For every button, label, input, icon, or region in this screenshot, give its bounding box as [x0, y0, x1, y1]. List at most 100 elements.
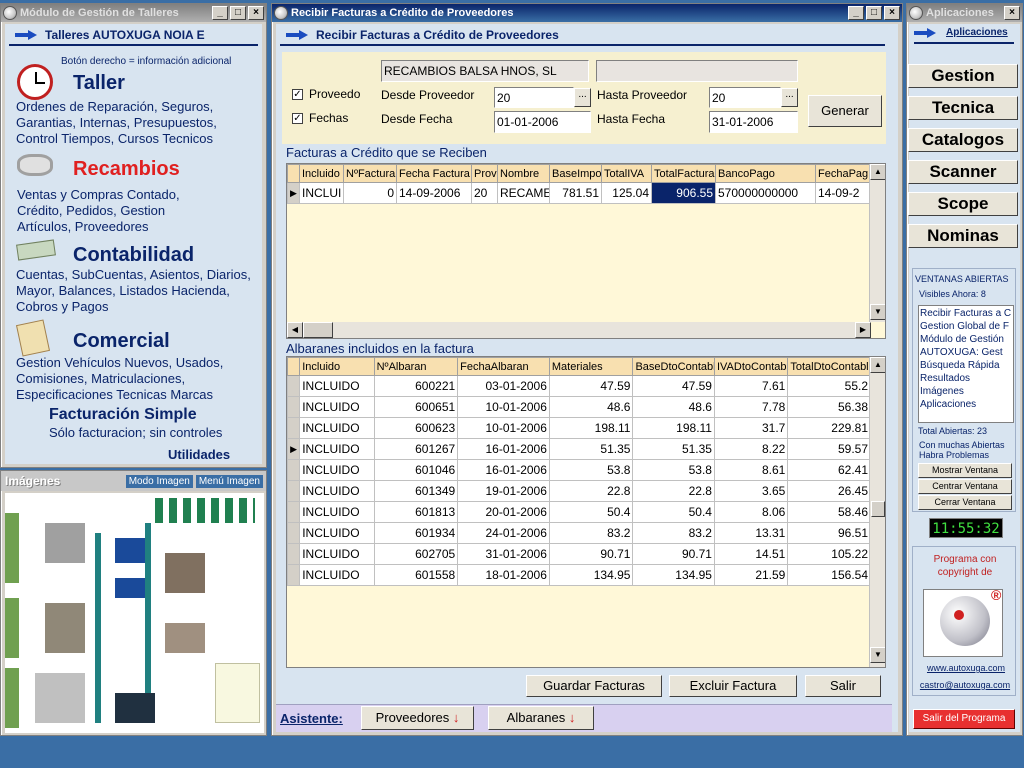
- taller-title[interactable]: Taller: [73, 72, 125, 95]
- albaranes-vscroll[interactable]: ▲ ▼: [869, 357, 885, 667]
- table-row[interactable]: INCLUIDO 602705 31-01-2006 90.71 90.71 14.51 1…: [287, 543, 871, 565]
- table-cell[interactable]: 601267: [373, 438, 459, 460]
- table-cell[interactable]: 601349: [373, 480, 459, 502]
- table-cell[interactable]: 53.8: [548, 459, 634, 481]
- col-header[interactable]: TotalIVA: [601, 164, 652, 183]
- col-header[interactable]: Fecha Factura: [396, 164, 472, 183]
- table-cell[interactable]: 47.59: [632, 375, 715, 397]
- main-titlebar[interactable]: Recibir Facturas a Crédito de Proveedore…: [272, 4, 902, 22]
- desde-proveedor-field[interactable]: 20: [494, 87, 574, 108]
- facturas-hscroll[interactable]: ◀ ▶: [287, 322, 871, 338]
- guardar-facturas-button[interactable]: Guardar Facturas: [526, 675, 662, 697]
- table-cell[interactable]: 3.65: [713, 480, 789, 502]
- scroll-down-icon[interactable]: ▼: [870, 304, 885, 320]
- hasta-fecha-field[interactable]: 31-01-2006: [709, 111, 798, 133]
- table-cell[interactable]: 62.41: [787, 459, 871, 481]
- col-header[interactable]: BaseDtoContabl: [632, 357, 715, 376]
- table-cell[interactable]: 48.6: [548, 396, 634, 418]
- cerrar-ventana-button[interactable]: Cerrar Ventana: [918, 495, 1012, 510]
- comercial-title[interactable]: Comercial: [73, 330, 170, 353]
- maximize-icon[interactable]: □: [866, 6, 882, 20]
- website-link[interactable]: www.autoxuga.com: [921, 663, 1011, 673]
- scroll-right-icon[interactable]: ▶: [855, 322, 871, 338]
- col-header[interactable]: Materiales: [548, 357, 634, 376]
- salir-programa-button[interactable]: Salir del Programa: [913, 709, 1015, 729]
- mostrar-ventana-button[interactable]: Mostrar Ventana: [918, 463, 1012, 478]
- col-header[interactable]: NºFactura: [343, 164, 397, 183]
- table-cell[interactable]: 22.8: [632, 480, 715, 502]
- table-cell[interactable]: INCLUIDO: [299, 522, 375, 544]
- list-item[interactable]: Aplicaciones: [920, 398, 1012, 411]
- table-cell[interactable]: 7.78: [713, 396, 789, 418]
- table-cell[interactable]: 20-01-2006: [457, 501, 550, 523]
- table-row[interactable]: INCLUIDO 601046 16-01-2006 53.8 53.8 8.61 62.4…: [287, 459, 871, 481]
- table-cell[interactable]: 134.95: [548, 564, 634, 586]
- generar-button[interactable]: Generar: [808, 95, 882, 127]
- scroll-left-icon[interactable]: ◀: [287, 322, 303, 338]
- table-row[interactable]: INCLUIDO 601934 24-01-2006 83.2 83.2 13.31 96.…: [287, 522, 871, 544]
- table-cell[interactable]: 22.8: [548, 480, 634, 502]
- table-cell[interactable]: 602705: [373, 543, 459, 565]
- contabilidad-title[interactable]: Contabilidad: [73, 244, 194, 267]
- email-link[interactable]: castro@autoxuga.com: [915, 680, 1015, 690]
- table-row[interactable]: INCLUIDO 601558 18-01-2006 134.95 134.95 21.5…: [287, 564, 871, 586]
- table-row[interactable]: INCLUIDO 600623 10-01-2006 198.11 198.11 31.7…: [287, 417, 871, 439]
- table-cell[interactable]: 600623: [373, 417, 459, 439]
- table-cell[interactable]: 50.4: [632, 501, 715, 523]
- aplicaciones-titlebar[interactable]: Aplicaciones ×: [907, 4, 1022, 22]
- list-item[interactable]: Módulo de Gestión: [920, 333, 1012, 346]
- table-cell[interactable]: 51.35: [548, 438, 634, 460]
- col-header[interactable]: TotalFactura: [651, 164, 716, 183]
- facturas-grid[interactable]: Incluido NºFactura Fecha Factura Prov No…: [286, 163, 886, 339]
- table-cell[interactable]: 601813: [373, 501, 459, 523]
- table-cell[interactable]: 600651: [373, 396, 459, 418]
- document-icon[interactable]: [15, 319, 51, 357]
- table-cell[interactable]: 600221: [373, 375, 459, 397]
- col-header[interactable]: Nombre: [497, 164, 550, 183]
- minimize-icon[interactable]: _: [212, 6, 228, 20]
- table-cell[interactable]: 229.81: [787, 417, 871, 439]
- recambios-title[interactable]: Recambios: [73, 158, 180, 181]
- albaranes-grid[interactable]: Incluido NºAlbaran FechaAlbaran Material…: [286, 356, 886, 668]
- table-cell[interactable]: 58.46: [787, 501, 871, 523]
- col-header[interactable]: IVADtoContab: [713, 357, 789, 376]
- table-cell[interactable]: 8.22: [713, 438, 789, 460]
- table-cell[interactable]: INCLUIDO: [299, 501, 375, 523]
- table-cell[interactable]: 16-01-2006: [457, 459, 550, 481]
- col-header[interactable]: Prov: [471, 164, 498, 183]
- excluir-factura-button[interactable]: Excluir Factura: [669, 675, 797, 697]
- table-cell[interactable]: 10-01-2006: [457, 417, 550, 439]
- table-row[interactable]: INCLUIDO 601813 20-01-2006 50.4 50.4 8.06 58.4…: [287, 501, 871, 523]
- selected-cell[interactable]: 906.55: [651, 182, 716, 204]
- menu-imagen-button[interactable]: Menú Imagen: [195, 474, 263, 488]
- table-cell[interactable]: 7.61: [713, 375, 789, 397]
- col-header[interactable]: FechaPag: [815, 164, 872, 183]
- table-cell[interactable]: 601934: [373, 522, 459, 544]
- check-proveedor[interactable]: ✓ Proveedo: [292, 87, 360, 101]
- table-cell[interactable]: 31-01-2006: [457, 543, 550, 565]
- table-cell[interactable]: 51.35: [632, 438, 715, 460]
- scroll-up-icon[interactable]: ▲: [870, 357, 885, 373]
- centrar-ventana-button[interactable]: Centrar Ventana: [918, 479, 1012, 494]
- scroll-down-icon[interactable]: ▼: [870, 647, 885, 663]
- app-button-tecnica[interactable]: Tecnica: [908, 96, 1018, 120]
- table-cell[interactable]: INCLUIDO: [299, 459, 375, 481]
- modo-imagen-button[interactable]: Modo Imagen: [125, 474, 193, 488]
- table-cell[interactable]: 31.7: [713, 417, 789, 439]
- table-cell[interactable]: 10-01-2006: [457, 396, 550, 418]
- scroll-up-icon[interactable]: ▲: [870, 164, 885, 180]
- list-item[interactable]: AUTOXUGA: Gest: [920, 346, 1012, 359]
- table-cell[interactable]: 198.11: [548, 417, 634, 439]
- checkbox-checked-icon[interactable]: ✓: [292, 89, 303, 101]
- proveedores-button[interactable]: Proveedores ↓: [361, 706, 474, 730]
- facturacion-title[interactable]: Facturación Simple: [49, 406, 197, 424]
- gestion-talleres-titlebar[interactable]: Módulo de Gestión de Talleres _ □ ×: [1, 4, 266, 22]
- table-cell[interactable]: 83.2: [632, 522, 715, 544]
- hasta-proveedor-field[interactable]: 20: [709, 87, 781, 108]
- app-button-scope[interactable]: Scope: [908, 192, 1018, 216]
- table-cell[interactable]: 90.71: [548, 543, 634, 565]
- list-item[interactable]: Imágenes: [920, 385, 1012, 398]
- table-cell[interactable]: 21.59: [713, 564, 789, 586]
- col-header[interactable]: TotalDtoContabl: [787, 357, 871, 376]
- col-header[interactable]: Incluido: [299, 357, 375, 376]
